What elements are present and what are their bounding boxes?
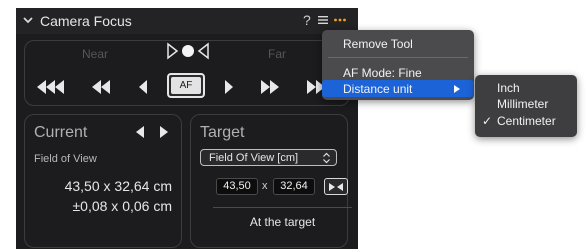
unit-option-millimeter[interactable]: Millimeter (475, 97, 577, 113)
tool-header: Camera Focus ? (16, 8, 358, 34)
target-width-input[interactable]: 43,50 (216, 178, 258, 195)
hamburger-menu-icon[interactable] (317, 14, 329, 26)
more-options-icon[interactable] (333, 10, 347, 24)
current-fov-tolerance: ±0,08 x 0,06 cm (72, 198, 172, 214)
collapse-chevron-icon[interactable] (22, 14, 34, 26)
distance-unit-submenu: Inch Millimeter ✓ Centimeter (475, 75, 577, 137)
menu-item-distance-unit[interactable]: Distance unit (322, 80, 474, 97)
camera-focus-panel: Camera Focus ? Near Far AF Current Field… (16, 8, 358, 249)
swap-arrows-icon (329, 183, 343, 191)
target-height-input[interactable]: 32,64 (273, 178, 315, 195)
menu-item-remove-tool[interactable]: Remove Tool (322, 35, 474, 52)
menu-separator (328, 57, 468, 58)
focus-far-medium-step-icon[interactable] (260, 78, 280, 96)
target-divider (213, 207, 352, 208)
autofocus-button[interactable]: AF (167, 73, 205, 98)
autofocus-label: AF (171, 77, 201, 94)
focus-far-small-step-icon[interactable] (224, 78, 234, 96)
unit-option-centimeter[interactable]: ✓ Centimeter (475, 114, 577, 130)
select-updown-icon (323, 152, 330, 164)
menu-item-af-mode[interactable]: AF Mode: Fine (322, 64, 474, 81)
target-status: At the target (249, 215, 316, 229)
tool-options-menu: Remove Tool AF Mode: Fine Distance unit (322, 30, 474, 100)
focus-near-large-step-icon[interactable] (36, 78, 66, 96)
menu-item-distance-unit-label: Distance unit (343, 82, 413, 96)
current-prev-next-icon[interactable] (134, 125, 170, 139)
target-mode-value: Field Of View [cm] (209, 152, 299, 164)
near-label: Near (82, 47, 109, 61)
target-mode-select[interactable]: Field Of View [cm] (200, 149, 337, 166)
far-label: Far (268, 47, 286, 61)
swap-button[interactable] (324, 178, 348, 195)
current-title: Current (34, 124, 88, 141)
submenu-arrow-icon (454, 85, 460, 93)
current-fov-value: 43,50 x 32,64 cm (64, 178, 172, 194)
dimension-separator: x (262, 180, 268, 192)
help-icon[interactable]: ? (303, 12, 311, 28)
focus-near-medium-step-icon[interactable] (91, 78, 111, 96)
unit-option-inch[interactable]: Inch (475, 81, 577, 97)
checkmark-icon: ✓ (482, 114, 493, 128)
target-title: Target (200, 124, 245, 141)
focus-position-indicator-icon[interactable] (166, 42, 210, 60)
tool-title: Camera Focus (40, 13, 132, 29)
unit-option-centimeter-label: Centimeter (497, 114, 556, 128)
focus-near-small-step-icon[interactable] (138, 78, 148, 96)
current-mode-label: Field of View (34, 153, 97, 165)
